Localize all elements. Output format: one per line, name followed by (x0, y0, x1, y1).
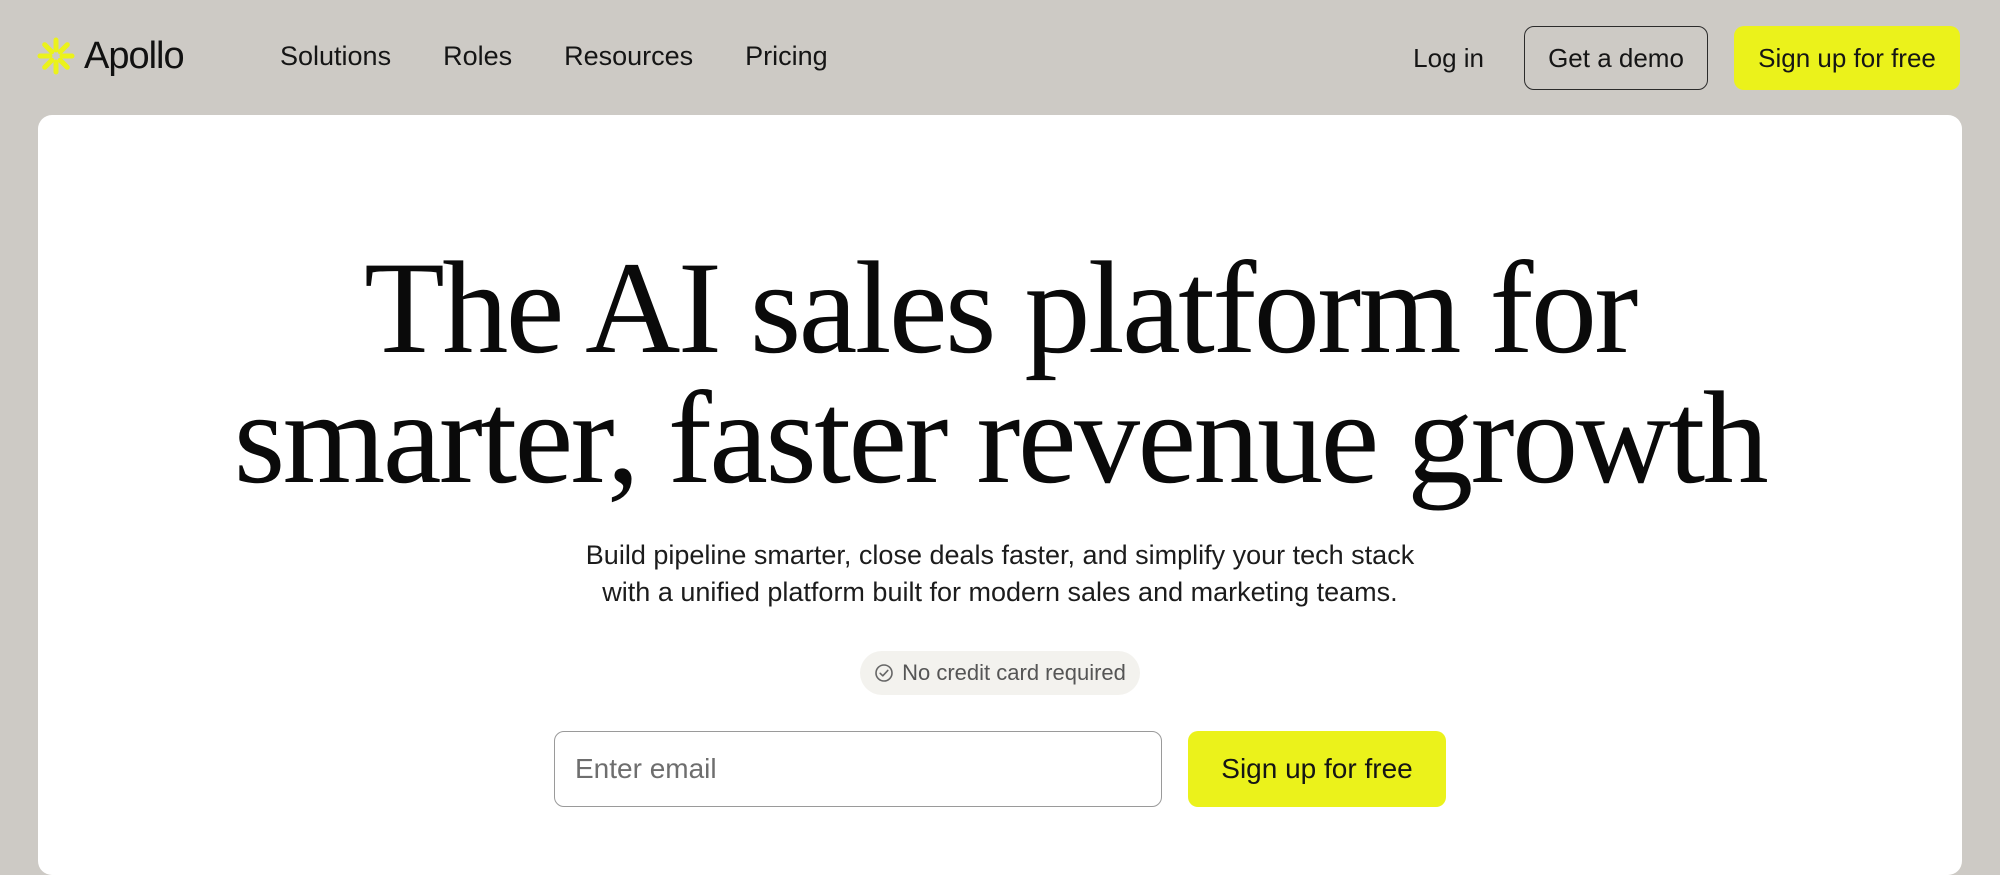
brand-name: Apollo (84, 35, 185, 77)
hero-signup-button[interactable]: Sign up for free (1188, 731, 1446, 807)
hero-subtitle: Build pipeline smarter, close deals fast… (38, 537, 1962, 611)
email-input[interactable] (554, 731, 1162, 807)
hero-subtitle-line-1: Build pipeline smarter, close deals fast… (585, 540, 1415, 570)
badge-text: No credit card required (902, 660, 1126, 685)
header-signup-button[interactable]: Sign up for free (1734, 26, 1960, 90)
apollo-logo-link[interactable]: Apollo (36, 34, 185, 78)
nav-item-solutions[interactable]: Solutions (280, 34, 391, 78)
hero-title: The AI sales platform for smarter, faste… (38, 234, 1962, 511)
main-nav: Solutions Roles Resources Pricing (280, 34, 828, 78)
apollo-sunburst-icon (37, 37, 75, 75)
header-actions: Log in Get a demo Sign up for free (1413, 26, 1960, 90)
check-circle-icon (875, 664, 893, 682)
nav-item-resources[interactable]: Resources (564, 34, 693, 78)
hero-title-line-1: The AI sales platform for (364, 234, 1638, 381)
nav-item-roles[interactable]: Roles (443, 34, 512, 78)
hero-card: The AI sales platform for smarter, faste… (38, 115, 1962, 875)
top-navigation-bar: Apollo Solutions Roles Resources Pricing… (0, 0, 2000, 115)
no-credit-card-badge: No credit card required (860, 651, 1140, 695)
get-demo-button[interactable]: Get a demo (1524, 26, 1708, 90)
hero-title-line-2: smarter, faster revenue growth (233, 364, 1769, 511)
login-link[interactable]: Log in (1413, 43, 1484, 74)
nav-item-pricing[interactable]: Pricing (745, 34, 828, 78)
hero-subtitle-line-2: with a unified platform built for modern… (602, 577, 1398, 607)
